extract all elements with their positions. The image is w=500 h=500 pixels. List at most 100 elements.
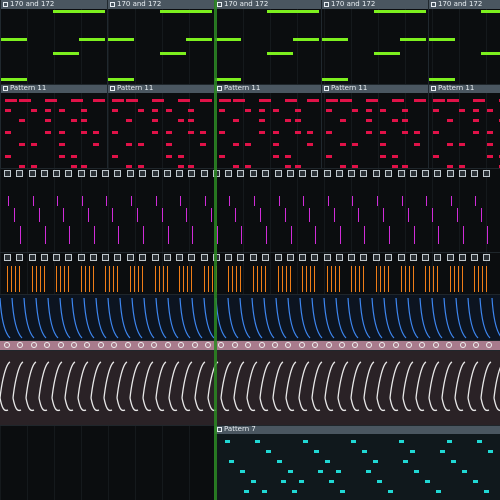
clip-menu-icon[interactable] (373, 170, 380, 177)
clip-menu-icon[interactable] (89, 254, 97, 261)
clip-menu-icon[interactable] (200, 254, 208, 261)
playlist-clip[interactable]: 170 and 172 (0, 0, 107, 84)
clip-menu-icon[interactable] (127, 254, 134, 261)
clip-menu-icon[interactable] (28, 254, 36, 261)
playlist-clip[interactable]: 170 and 172 (107, 0, 214, 84)
clip-menu-icon[interactable] (65, 254, 73, 261)
clip-menu-icon[interactable] (385, 254, 392, 261)
clip-menu-icon[interactable] (217, 86, 222, 91)
clip-header[interactable]: 170 and 172 (322, 0, 428, 9)
playlist-clip[interactable]: Pattern 11 (428, 84, 500, 168)
clip-menu-icon[interactable] (409, 170, 417, 177)
clip-menu-icon[interactable] (348, 170, 356, 177)
clip-menu-icon[interactable] (323, 254, 331, 261)
clip-menu-icon[interactable] (127, 170, 134, 177)
clip-menu-icon[interactable] (188, 254, 196, 261)
clip-menu-icon[interactable] (250, 170, 257, 177)
clip-menu-icon[interactable] (110, 86, 115, 91)
clip-menu-icon[interactable] (114, 170, 122, 177)
clip-menu-icon[interactable] (89, 170, 97, 177)
clip-header[interactable]: Pattern 11 (429, 84, 500, 93)
clip-menu-icon[interactable] (431, 2, 436, 7)
clip-menu-icon[interactable] (483, 170, 491, 177)
clip-menu-icon[interactable] (335, 170, 343, 177)
clip-menu-icon[interactable] (471, 254, 479, 261)
clip-header[interactable]: Pattern 7 (215, 425, 500, 434)
clip-menu-icon[interactable] (139, 254, 146, 261)
clip-menu-icon[interactable] (360, 254, 368, 261)
clip-menu-icon[interactable] (3, 86, 8, 91)
clip-menu-icon[interactable] (324, 2, 329, 7)
clip-header[interactable]: 170 and 172 (215, 0, 321, 9)
clip-menu-icon[interactable] (225, 254, 233, 261)
clip-menu-icon[interactable] (458, 254, 466, 261)
clip-menu-icon[interactable] (110, 2, 115, 7)
clip-menu-icon[interactable] (397, 170, 405, 177)
clip-menu-icon[interactable] (77, 254, 85, 261)
clip-menu-icon[interactable] (102, 254, 110, 261)
clip-menu-icon[interactable] (471, 170, 479, 177)
clip-menu-icon[interactable] (3, 2, 8, 7)
clip-menu-icon[interactable] (299, 170, 307, 177)
clip-menu-icon[interactable] (163, 170, 171, 177)
clip-menu-icon[interactable] (65, 170, 73, 177)
clip-menu-icon[interactable] (483, 254, 491, 261)
playlist-clip[interactable]: Pattern 11 (0, 84, 107, 168)
clip-menu-icon[interactable] (102, 170, 110, 177)
playlist-arrangement[interactable]: 170 and 172 170 and 172 170 and 172 170 and… (0, 0, 500, 500)
clip-menu-icon[interactable] (311, 254, 319, 261)
clip-menu-icon[interactable] (323, 170, 331, 177)
clip-menu-icon[interactable] (274, 254, 282, 261)
clip-header[interactable]: 170 and 172 (108, 0, 214, 9)
clip-menu-icon[interactable] (16, 254, 23, 261)
clip-menu-icon[interactable] (176, 170, 184, 177)
playlist-clip[interactable]: Pattern 11 (214, 84, 321, 168)
clip-menu-icon[interactable] (53, 170, 61, 177)
clip-header[interactable]: Pattern 11 (322, 84, 428, 93)
clip-menu-icon[interactable] (434, 254, 442, 261)
clip-menu-icon[interactable] (4, 254, 11, 261)
clip-menu-icon[interactable] (324, 86, 329, 91)
clip-menu-icon[interactable] (311, 170, 319, 177)
clip-menu-icon[interactable] (250, 254, 257, 261)
playlist-clip[interactable]: 170 and 172 (428, 0, 500, 84)
clip-menu-icon[interactable] (274, 170, 282, 177)
clip-header[interactable]: Pattern 11 (1, 84, 107, 93)
clip-menu-icon[interactable] (40, 254, 48, 261)
clip-menu-icon[interactable] (151, 254, 159, 261)
playlist-clip[interactable]: Pattern 11 (107, 84, 214, 168)
clip-menu-icon[interactable] (422, 170, 430, 177)
clip-header[interactable]: 170 and 172 (1, 0, 107, 9)
clip-menu-icon[interactable] (446, 254, 454, 261)
clip-menu-icon[interactable] (176, 254, 184, 261)
playlist-clip[interactable]: Pattern 11 (321, 84, 428, 168)
playlist-clip[interactable]: 170 and 172 (214, 0, 321, 84)
clip-menu-icon[interactable] (217, 2, 222, 7)
clip-menu-icon[interactable] (16, 170, 23, 177)
clip-menu-icon[interactable] (262, 254, 269, 261)
clip-menu-icon[interactable] (151, 170, 159, 177)
playlist-clip[interactable]: 170 and 172 (321, 0, 428, 84)
clip-menu-icon[interactable] (217, 427, 222, 432)
clip-menu-icon[interactable] (188, 170, 196, 177)
clip-menu-icon[interactable] (373, 254, 380, 261)
clip-menu-icon[interactable] (422, 254, 430, 261)
clip-menu-icon[interactable] (114, 254, 122, 261)
clip-menu-icon[interactable] (40, 170, 48, 177)
clip-menu-icon[interactable] (335, 254, 343, 261)
clip-header[interactable]: 170 and 172 (429, 0, 500, 9)
clip-menu-icon[interactable] (139, 170, 146, 177)
clip-menu-icon[interactable] (163, 254, 171, 261)
clip-menu-icon[interactable] (299, 254, 307, 261)
clip-menu-icon[interactable] (360, 170, 368, 177)
clip-menu-icon[interactable] (4, 170, 11, 177)
clip-menu-icon[interactable] (458, 170, 466, 177)
clip-menu-icon[interactable] (409, 254, 417, 261)
clip-menu-icon[interactable] (431, 86, 436, 91)
clip-header[interactable]: Pattern 11 (108, 84, 214, 93)
clip-menu-icon[interactable] (237, 254, 245, 261)
clip-menu-icon[interactable] (348, 254, 356, 261)
clip-menu-icon[interactable] (397, 254, 405, 261)
clip-menu-icon[interactable] (237, 170, 245, 177)
clip-menu-icon[interactable] (28, 170, 36, 177)
